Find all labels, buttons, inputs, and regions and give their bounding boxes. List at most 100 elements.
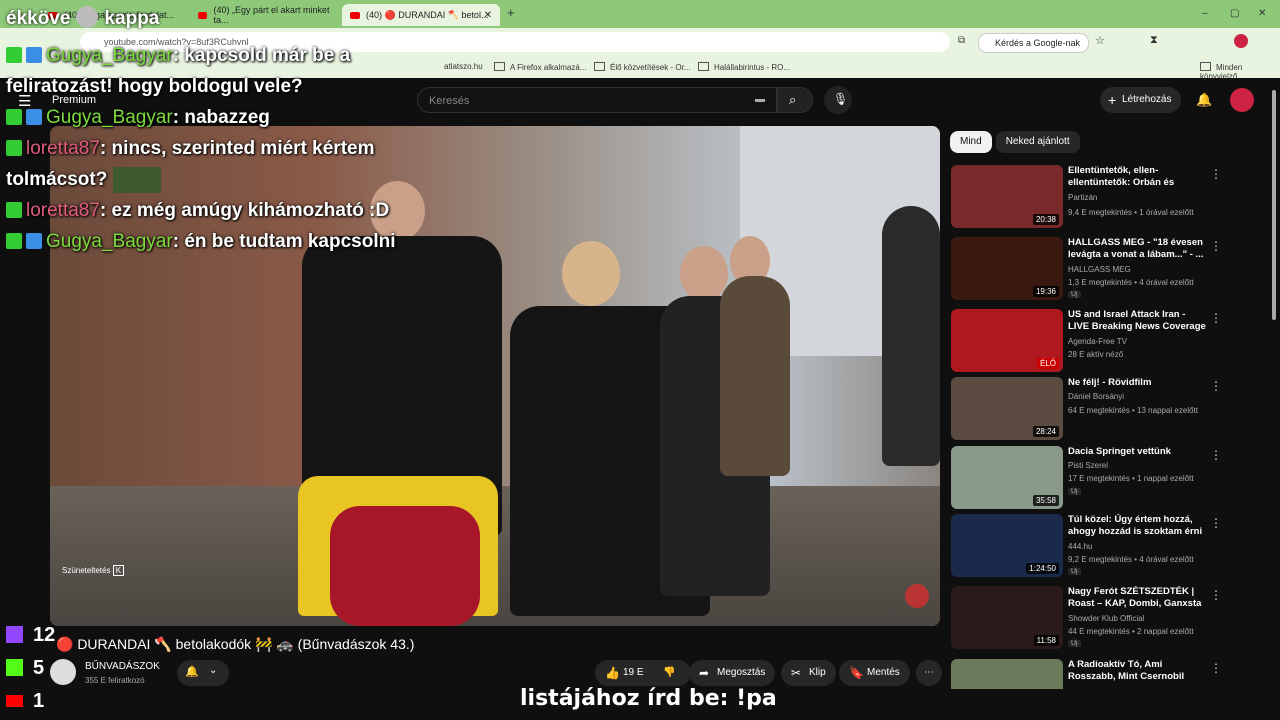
video-figure: [562, 241, 620, 306]
close-window-icon[interactable]: ✕: [1258, 8, 1266, 19]
bell-icon: 🔔: [185, 666, 199, 678]
clip-button[interactable]: ✂ Klip: [781, 660, 836, 686]
notification-bell-button[interactable]: 🔔 ⌄: [177, 660, 229, 686]
recommended-video[interactable]: A Radioaktív Tó, Ami Rosszabb, Mint Cser…: [950, 659, 1270, 689]
browser-tab-bar: (40) Megalapozta fordulat... (40) „Egy p…: [0, 0, 1280, 28]
notifications-icon[interactable]: 🔔: [1196, 92, 1212, 108]
more-options-icon[interactable]: ⋮: [1210, 661, 1222, 675]
more-options-icon[interactable]: ⋮: [1210, 239, 1222, 253]
more-options-icon[interactable]: ⋮: [1210, 588, 1222, 602]
more-options-icon[interactable]: ⋮: [1210, 448, 1222, 462]
overlay-caption: listájához írd be: !pa: [520, 686, 777, 711]
recommended-video[interactable]: 35:58 Dacia Springet vettünk Pisti Szere…: [950, 446, 1270, 512]
close-tab-icon[interactable]: ✕: [484, 10, 492, 21]
bookmark-item[interactable]: Élő közvetítések - Or...: [594, 62, 690, 72]
channel-watermark[interactable]: [905, 584, 929, 608]
pause-tooltip: Szüneteltetés K: [62, 565, 125, 576]
browser-tab[interactable]: (40) „Egy párt el akart minket ta...: [190, 4, 340, 26]
kick-icon: [6, 659, 23, 676]
kick-icon: [6, 202, 22, 218]
video-object: [330, 506, 480, 626]
video-thumbnail[interactable]: 11:58: [951, 586, 1063, 649]
more-options-icon[interactable]: ⋮: [1210, 311, 1222, 325]
arrow-badge-icon: [26, 233, 42, 249]
kick-viewer-count: 5: [6, 657, 44, 680]
emote-icon: [112, 166, 161, 193]
minimize-icon[interactable]: –: [1202, 8, 1208, 19]
video-figure: [882, 206, 940, 466]
more-options-icon[interactable]: ⋮: [1210, 379, 1222, 393]
plus-icon: +: [1108, 92, 1117, 108]
recommended-video[interactable]: 1:24:50 Túl közel: Úgy értem hozzá, ahog…: [950, 514, 1270, 580]
extensions-icon[interactable]: ⧗: [1150, 34, 1158, 47]
more-options-icon[interactable]: ⋮: [1210, 516, 1222, 530]
chat-overlay: Gugya_Bagyar: kapcsold már be a felirato…: [0, 40, 425, 257]
search-input[interactable]: Keresés: [417, 87, 777, 113]
voice-search-button[interactable]: 🎙: [824, 86, 852, 114]
video-thumbnail[interactable]: 19:36: [951, 237, 1063, 300]
scrollbar[interactable]: [1272, 90, 1276, 320]
bookmark-item[interactable]: A Firefox alkalmazá...: [494, 62, 586, 72]
twitch-icon: [6, 626, 23, 643]
create-button[interactable]: + Létrehozás: [1100, 87, 1182, 113]
chip-all[interactable]: Mind: [950, 131, 992, 153]
video-figure: [720, 276, 790, 476]
chat-message: Gugya_Bagyar: én be tudtam kapcsolni: [0, 226, 425, 257]
video-thumbnail[interactable]: [951, 659, 1063, 689]
browser-tab-active[interactable]: (40) 🔴 DURANDAI 🪓 betol... ✕: [342, 4, 500, 26]
subscriber-count: 355 E feliratkozó: [85, 676, 145, 685]
video-thumbnail[interactable]: 20:38: [951, 165, 1063, 228]
like-button[interactable]: 👍 19 E 👎: [595, 660, 691, 686]
recommended-video[interactable]: 28:24 Ne félj! - Rövidfilm Dániel Borsán…: [950, 377, 1270, 443]
save-button[interactable]: 🔖 Mentés: [839, 660, 910, 686]
video-title: 🔴 DURANDAI 🪓 betolakodók 🚧 🚓 (Bűnvadászo…: [56, 636, 415, 652]
video-thumbnail[interactable]: 1:24:50: [951, 514, 1063, 577]
install-icon[interactable]: ⧉: [958, 35, 965, 46]
chip-recommended[interactable]: Neked ajánlott: [995, 131, 1080, 153]
maximize-icon[interactable]: ▢: [1230, 8, 1239, 19]
new-tab-button[interactable]: +: [507, 5, 515, 20]
channel-name[interactable]: BŰNVADÁSZOK: [85, 661, 160, 672]
video-figure: [680, 246, 728, 301]
thumb-down-icon[interactable]: 👎: [663, 660, 675, 686]
account-avatar[interactable]: [1230, 88, 1254, 112]
overlay-top-text: ékköve kappa: [6, 6, 160, 29]
arrow-badge-icon: [26, 47, 42, 63]
share-button[interactable]: ➦ Megosztás: [689, 660, 776, 686]
video-thumbnail[interactable]: ÉLŐ: [951, 309, 1063, 372]
youtube-icon: [6, 695, 23, 707]
bookmark-item[interactable]: Halállabirintus - RO...: [698, 62, 790, 72]
save-icon: 🔖: [849, 666, 864, 680]
chat-message: Gugya_Bagyar: kapcsold már be a felirato…: [6, 45, 351, 97]
recommended-video[interactable]: 20:38 Ellentüntetők, ellen-ellentüntetők…: [950, 165, 1270, 231]
filter-chips: Mind Neked ajánlott: [950, 131, 1084, 153]
folder-icon: [594, 62, 605, 71]
ask-google-button[interactable]: Kérdés a Google-nak: [978, 33, 1090, 53]
recommended-video[interactable]: ÉLŐ US and Israel Attack Iran - LIVE Bre…: [950, 309, 1270, 375]
kick-icon: [6, 233, 22, 249]
more-icon: ⋯: [924, 667, 934, 678]
recommended-video[interactable]: 11:58 Nagy Ferót SZÉTSZEDTÉK | Roast – K…: [950, 586, 1270, 652]
folder-icon: [1200, 62, 1211, 71]
more-actions-button[interactable]: ⋯: [916, 660, 942, 686]
chevron-down-icon: ⌄: [209, 665, 218, 676]
kick-icon: [6, 109, 22, 125]
recommended-video[interactable]: 19:36 HALLGASS MEG - "18 évesen levágta …: [950, 237, 1270, 303]
channel-avatar[interactable]: [50, 659, 76, 685]
folder-icon: [494, 62, 505, 71]
more-options-icon[interactable]: ⋮: [1210, 167, 1222, 181]
video-thumbnail[interactable]: 35:58: [951, 446, 1063, 509]
microphone-icon: 🎙: [833, 92, 849, 106]
search-icon: ⌕: [789, 92, 797, 107]
bookmark-star-icon[interactable]: ☆: [1095, 34, 1105, 47]
profile-avatar[interactable]: [1234, 34, 1248, 48]
share-icon: ➦: [699, 666, 710, 680]
keyboard-icon[interactable]: ▬: [755, 94, 765, 105]
search-button[interactable]: ⌕: [777, 87, 813, 113]
video-thumbnail[interactable]: 28:24: [951, 377, 1063, 440]
youtube-viewer-count: 1: [6, 690, 44, 713]
twitch-viewer-count: 12: [6, 624, 55, 647]
bookmark-item[interactable]: atlatszo.hu: [444, 62, 483, 71]
arrow-badge-icon: [26, 109, 42, 125]
scissors-icon: ✂: [791, 666, 802, 680]
